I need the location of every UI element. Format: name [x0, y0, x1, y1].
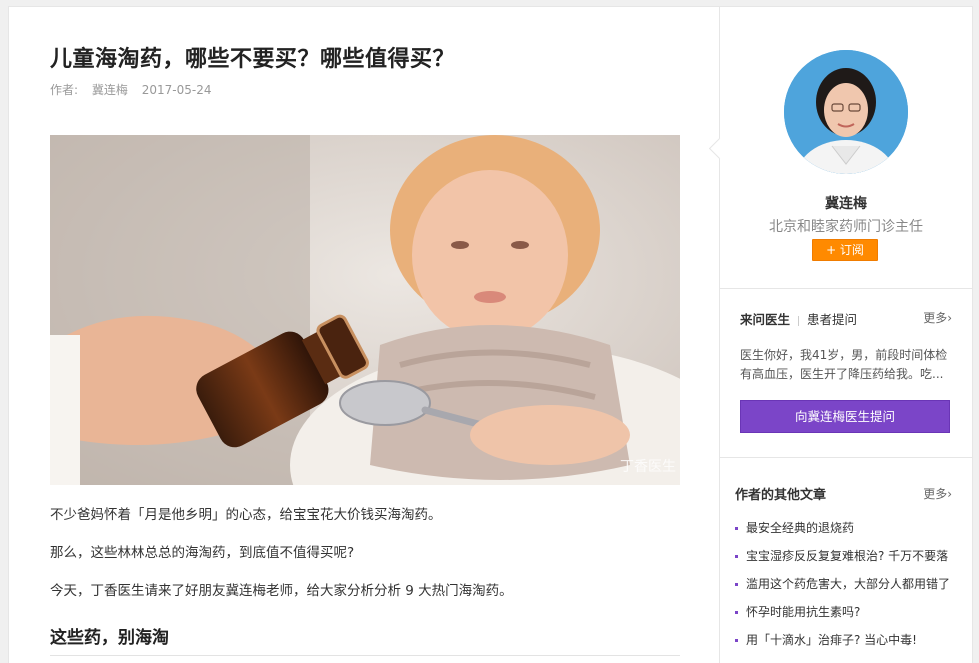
list-item[interactable]: 宝宝湿疹反反复复难根治? 千万不要落 [735, 547, 971, 575]
bullet-icon [735, 527, 738, 530]
sidebar: 冀连梅 北京和睦家药师门诊主任 + 订阅 来问医生 患者提问 更多› 医生你好，我… [708, 6, 973, 663]
publish-date: 2017-05-24 [141, 83, 212, 97]
tab-ask-doctor[interactable]: 来问医生 [740, 312, 790, 327]
ask-doctor-button[interactable]: 向冀连梅医生提问 [740, 400, 950, 433]
doctor-name: 冀连梅 [825, 196, 867, 212]
avatar-portrait [784, 50, 908, 174]
article-link[interactable]: 滥用这个药危害大，大部分人都用错了 [746, 577, 950, 591]
bullet-icon [735, 583, 738, 586]
divider [720, 288, 972, 289]
watermark-text: 丁香医生 [620, 458, 676, 474]
paragraph-3: 今天，丁香医生请来了好朋友冀连梅老师，给大家分析分析 9 大热门海淘药。 [50, 583, 513, 599]
article-link[interactable]: 宝宝湿疹反反复复难根治? 千万不要落 [746, 549, 948, 563]
bullet-icon [735, 555, 738, 558]
author-link[interactable]: 冀连梅 [92, 83, 128, 97]
page: 儿童海淘药，哪些不要买？哪些值得买？ 作者: 冀连梅 2017-05-24 丁香… [0, 0, 979, 663]
doctor-title: 北京和睦家药师门诊主任 [769, 219, 923, 235]
subscribe-button[interactable]: + 订阅 [812, 239, 878, 261]
article-link[interactable]: 怀孕时能用抗生素吗? [746, 605, 860, 619]
hero-illustration: 丁香医生 [50, 135, 680, 485]
author-label: 作者: [50, 83, 79, 97]
hero-image: 丁香医生 [50, 135, 680, 485]
other-articles-title: 作者的其他文章 [735, 488, 827, 503]
article-link[interactable]: 最安全经典的退烧药 [746, 521, 854, 535]
bullet-icon [735, 611, 738, 614]
other-articles-more-link[interactable]: 更多› [923, 485, 952, 502]
paragraph-1: 不少爸妈怀着「月是他乡明」的心态，给宝宝花大价钱买海淘药。 [50, 507, 442, 523]
qa-tabs: 来问医生 患者提问 [740, 309, 857, 328]
qa-more-link[interactable]: 更多› [923, 309, 952, 326]
other-articles-list: 最安全经典的退烧药 宝宝湿疹反反复复难根治? 千万不要落 滥用这个药危害大，大部… [735, 519, 971, 659]
divider [720, 457, 972, 458]
article-meta: 作者: 冀连梅 2017-05-24 [50, 81, 221, 98]
bullet-icon [735, 639, 738, 642]
list-item[interactable]: 滥用这个药危害大，大部分人都用错了 [735, 575, 971, 603]
list-item[interactable]: 用「十滴水」治痱子? 当心中毒! [735, 631, 971, 659]
list-item[interactable]: 最安全经典的退烧药 [735, 519, 971, 547]
doctor-avatar[interactable] [784, 50, 908, 174]
section-divider [50, 655, 680, 656]
tab-divider [798, 315, 800, 326]
list-item[interactable]: 怀孕时能用抗生素吗? [735, 603, 971, 631]
article-link[interactable]: 用「十滴水」治痱子? 当心中毒! [746, 633, 917, 647]
article-title: 儿童海淘药，哪些不要买？哪些值得买？ [50, 47, 456, 72]
paragraph-2: 那么，这些林林总总的海淘药，到底值不值得买呢? [50, 545, 355, 561]
tab-patient-questions[interactable]: 患者提问 [807, 312, 857, 327]
qa-question-preview[interactable]: 医生你好，我41岁，男，前段时间体检有高血压，医生开了降压药给我。吃... [740, 346, 952, 384]
section-heading: 这些药，别海淘 [50, 628, 169, 648]
article-panel: 儿童海淘药，哪些不要买？哪些值得买？ 作者: 冀连梅 2017-05-24 丁香… [8, 6, 720, 663]
